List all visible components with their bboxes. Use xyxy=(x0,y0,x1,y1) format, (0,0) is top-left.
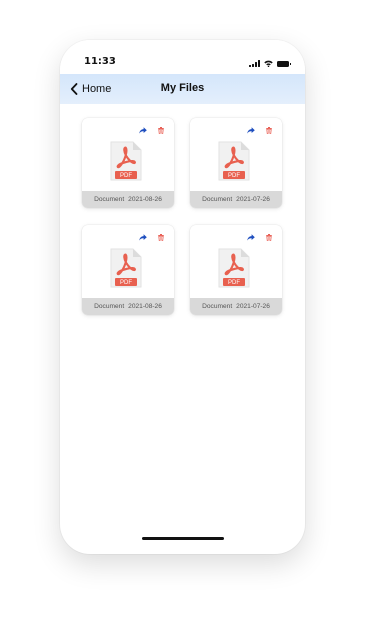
page-title: My Files xyxy=(160,82,205,94)
file-name: Document xyxy=(94,303,125,310)
pdf-file-icon: PDF xyxy=(218,141,250,181)
file-name: Document xyxy=(202,196,233,203)
share-icon[interactable] xyxy=(247,127,255,134)
delete-icon[interactable] xyxy=(266,127,272,134)
home-indicator xyxy=(142,537,224,540)
file-card[interactable]: PDF Document 2021-08-26 xyxy=(82,118,174,208)
card-actions xyxy=(139,234,164,241)
file-date: 2021-08-26 xyxy=(128,196,162,203)
pdf-badge-label: PDF xyxy=(228,280,240,286)
share-icon[interactable] xyxy=(247,234,255,241)
status-bar: 11:33 xyxy=(60,40,305,74)
delete-icon[interactable] xyxy=(266,234,272,241)
file-name: Document xyxy=(94,196,125,203)
pdf-file-icon: PDF xyxy=(218,248,250,288)
file-card-footer: Document 2021-08-26 xyxy=(82,191,174,208)
card-actions xyxy=(247,127,272,134)
status-time: 11:33 xyxy=(84,56,116,67)
file-card[interactable]: PDF Document 2021-07-26 xyxy=(190,225,282,315)
share-icon[interactable] xyxy=(139,127,147,134)
battery-icon xyxy=(277,61,291,67)
card-actions xyxy=(247,234,272,241)
pdf-badge-label: PDF xyxy=(120,173,132,179)
file-card-footer: Document 2021-07-26 xyxy=(190,191,282,208)
file-date: 2021-07-26 xyxy=(236,303,270,310)
delete-icon[interactable] xyxy=(158,127,164,134)
file-card-footer: Document 2021-07-26 xyxy=(190,298,282,315)
file-date: 2021-08-26 xyxy=(128,303,162,310)
pdf-badge-label: PDF xyxy=(228,173,240,179)
pdf-file-icon: PDF xyxy=(110,248,142,288)
pdf-badge-label: PDF xyxy=(120,280,132,286)
file-card-footer: Document 2021-08-26 xyxy=(82,298,174,315)
wifi-icon xyxy=(264,60,273,67)
file-card[interactable]: PDF Document 2021-07-26 xyxy=(190,118,282,208)
share-icon[interactable] xyxy=(139,234,147,241)
file-date: 2021-07-26 xyxy=(236,196,270,203)
delete-icon[interactable] xyxy=(158,234,164,241)
card-actions xyxy=(139,127,164,134)
file-name: Document xyxy=(202,303,233,310)
status-icons xyxy=(249,59,291,67)
navigation-bar: Home My Files xyxy=(60,74,305,104)
pdf-file-icon: PDF xyxy=(110,141,142,181)
file-card[interactable]: PDF Document 2021-08-26 xyxy=(82,225,174,315)
phone-frame: 11:33 Home My Files PDF Document 2021-08… xyxy=(60,40,305,554)
signal-icon xyxy=(249,60,260,67)
